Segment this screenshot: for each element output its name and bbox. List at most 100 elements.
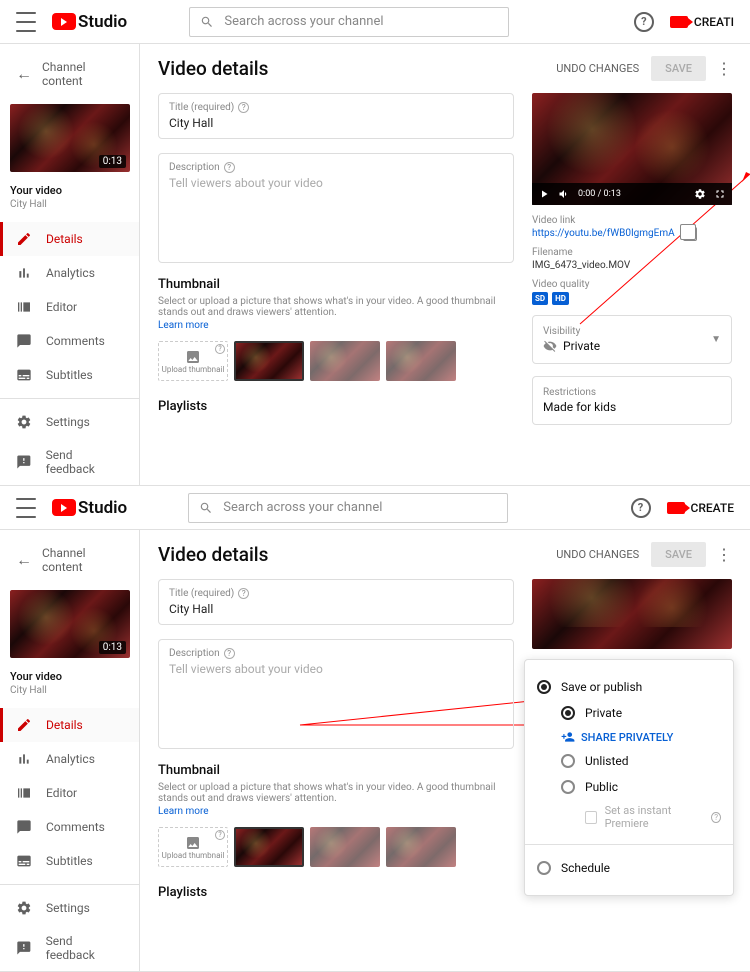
nav-details[interactable]: Details [0, 222, 139, 256]
premiere-option[interactable]: Set as instant Premiere? [585, 800, 721, 834]
app-name: Studio [78, 12, 127, 32]
help-icon[interactable]: ? [238, 588, 249, 599]
nav-editor[interactable]: Editor [0, 776, 139, 810]
thumbnail-option-3[interactable] [386, 341, 456, 381]
arrow-back-icon: ← [16, 64, 32, 84]
video-title-sub: City Hall [10, 199, 129, 210]
description-field[interactable]: Description?Tell viewers about your vide… [158, 639, 514, 749]
page-title: Video details [158, 57, 556, 80]
player-time: 0:00 / 0:13 [578, 189, 621, 199]
gear-icon[interactable] [694, 188, 706, 200]
help-icon[interactable]: ? [224, 162, 235, 173]
share-privately-button[interactable]: SHARE PRIVATELY [561, 726, 721, 748]
nav-analytics[interactable]: Analytics [0, 742, 139, 776]
help-icon[interactable]: ? [634, 12, 654, 32]
undo-button[interactable]: UNDO CHANGES [556, 548, 639, 561]
search-input[interactable]: Search across your channel [188, 493, 508, 523]
camera-icon [667, 502, 685, 514]
analytics-icon [16, 751, 32, 767]
nav-editor[interactable]: Editor [0, 290, 139, 324]
restrictions-card[interactable]: RestrictionsMade for kids [532, 376, 732, 425]
gear-icon [16, 414, 32, 430]
thumbnail-option-2[interactable] [310, 827, 380, 867]
upload-thumbnail[interactable]: ?Upload thumbnail [158, 341, 228, 381]
video-preview[interactable] [532, 579, 732, 649]
thumbnail-option-1[interactable] [234, 827, 304, 867]
subtitles-icon [16, 367, 32, 383]
video-thumbnail[interactable]: 0:13 [10, 590, 130, 658]
your-video-label: Your video [10, 184, 129, 197]
thumbnail-option-2[interactable] [310, 341, 380, 381]
nav-subtitles[interactable]: Subtitles [0, 844, 139, 878]
radio-icon [537, 861, 551, 875]
editor-icon [16, 299, 32, 315]
help-icon[interactable]: ? [631, 498, 651, 518]
nav-feedback[interactable]: Send feedback [0, 439, 139, 485]
chevron-down-icon: ▼ [711, 334, 721, 345]
search-icon [199, 501, 213, 515]
pencil-icon [16, 717, 32, 733]
copy-icon[interactable] [683, 227, 697, 241]
nav-comments[interactable]: Comments [0, 324, 139, 358]
title-field[interactable]: Title (required)? City Hall [158, 93, 514, 139]
schedule-option[interactable]: Schedule [537, 855, 721, 881]
title-field[interactable]: Title (required)?City Hall [158, 579, 514, 625]
save-button[interactable]: SAVE [651, 56, 706, 81]
help-icon[interactable]: ? [215, 830, 225, 840]
radio-icon [561, 706, 575, 720]
video-preview[interactable]: 0:00 / 0:13 [532, 93, 732, 205]
radio-icon [537, 680, 551, 694]
menu-icon[interactable] [16, 498, 36, 518]
description-field[interactable]: Description? Tell viewers about your vid… [158, 153, 514, 263]
arrow-back-icon: ← [16, 550, 32, 570]
create-button[interactable]: CREATE [667, 501, 734, 515]
image-icon [185, 349, 201, 365]
editor-icon [16, 785, 32, 801]
create-button[interactable]: CREATI [670, 15, 734, 29]
help-icon[interactable]: ? [711, 812, 721, 823]
help-icon[interactable]: ? [238, 102, 249, 113]
nav-subtitles[interactable]: Subtitles [0, 358, 139, 392]
fullscreen-icon[interactable] [714, 188, 726, 200]
hd-badge: HD [552, 292, 569, 305]
studio-logo[interactable]: Studio [52, 12, 127, 32]
nav-settings[interactable]: Settings [0, 405, 139, 439]
studio-logo[interactable]: Studio [52, 498, 127, 518]
save-button[interactable]: SAVE [651, 542, 706, 567]
upload-thumbnail[interactable]: ?Upload thumbnail [158, 827, 228, 867]
learn-more-link[interactable]: Learn more [158, 806, 514, 817]
back-channel-content[interactable]: ←Channel content [0, 52, 139, 96]
private-option[interactable]: Private [561, 700, 721, 726]
help-icon[interactable]: ? [215, 344, 225, 354]
feedback-icon [16, 454, 32, 470]
video-thumbnail[interactable]: 0:13 [10, 104, 130, 172]
desc-placeholder: Tell viewers about your video [169, 176, 503, 190]
search-input[interactable]: Search across your channel [189, 7, 509, 37]
video-link[interactable]: https://youtu.be/fWB0IgmgEmA [532, 228, 675, 239]
play-icon[interactable] [538, 188, 550, 200]
nav-analytics[interactable]: Analytics [0, 256, 139, 290]
nav-details[interactable]: Details [0, 708, 139, 742]
subtitles-icon [16, 853, 32, 869]
visibility-card[interactable]: VisibilityPrivate▼ [532, 315, 732, 364]
nav-feedback[interactable]: Send feedback [0, 925, 139, 971]
gear-icon [16, 900, 32, 916]
kebab-menu[interactable]: ⋮ [716, 59, 732, 78]
filename-value: IMG_6473_video.MOV [532, 260, 732, 271]
undo-button[interactable]: UNDO CHANGES [556, 62, 639, 75]
kebab-menu[interactable]: ⋮ [716, 545, 732, 564]
back-channel-content[interactable]: ←Channel content [0, 538, 139, 582]
radio-icon [561, 780, 575, 794]
nav-comments[interactable]: Comments [0, 810, 139, 844]
nav-settings[interactable]: Settings [0, 891, 139, 925]
thumbnail-option-1[interactable] [234, 341, 304, 381]
learn-more-link[interactable]: Learn more [158, 320, 514, 331]
save-publish-option[interactable]: Save or publish [537, 674, 721, 700]
thumbnail-heading: Thumbnail [158, 277, 514, 292]
unlisted-option[interactable]: Unlisted [561, 748, 721, 774]
public-option[interactable]: Public [561, 774, 721, 800]
thumbnail-option-3[interactable] [386, 827, 456, 867]
volume-icon[interactable] [558, 188, 570, 200]
menu-icon[interactable] [16, 12, 36, 32]
help-icon[interactable]: ? [224, 648, 235, 659]
